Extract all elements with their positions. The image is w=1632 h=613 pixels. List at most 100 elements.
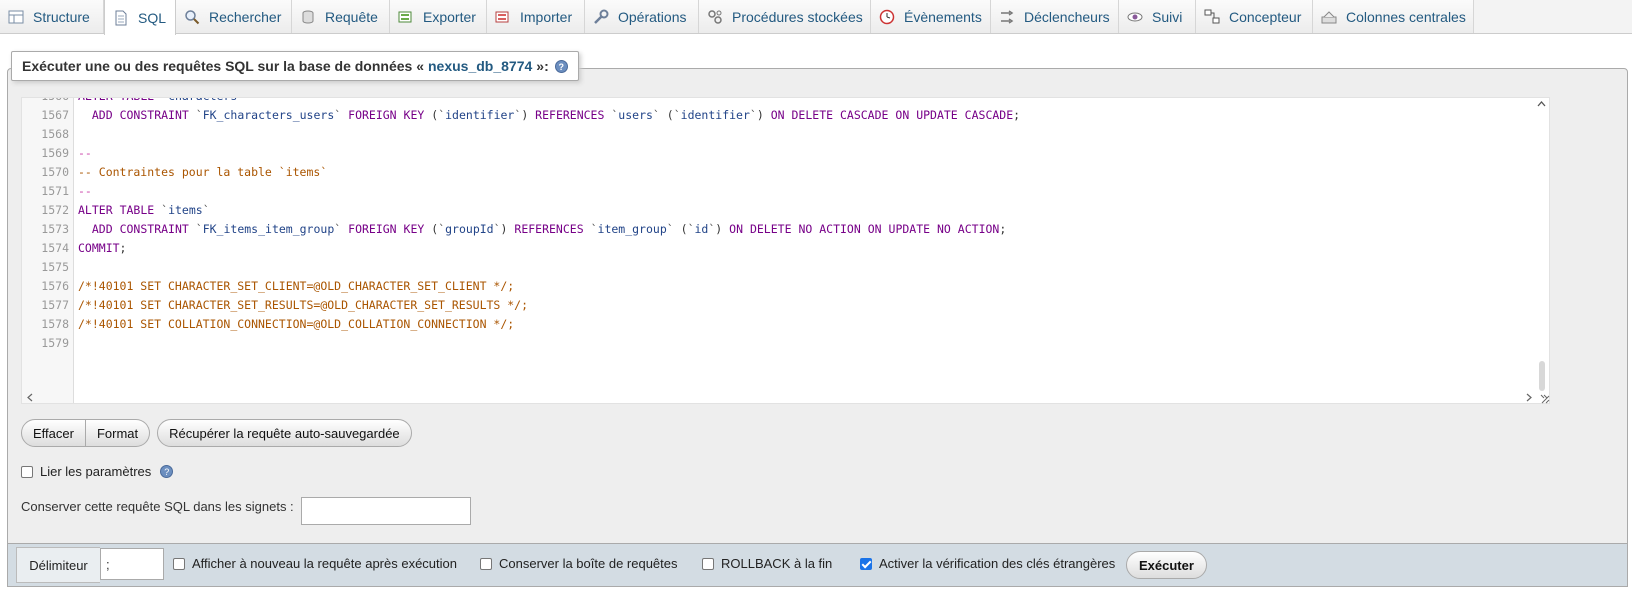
line-text: -- [78, 146, 92, 160]
execute-button[interactable]: Exécuter [1126, 551, 1207, 579]
clear-button[interactable]: Effacer [21, 419, 86, 447]
line-number: 1567 [41, 108, 69, 122]
bind-parameters-label: Lier les paramètres [40, 464, 152, 479]
query-icon [300, 9, 316, 25]
editor-vertical-scrollbar[interactable] [1537, 98, 1546, 403]
line-number: 1579 [41, 336, 69, 350]
code-line: 1571 -- [22, 182, 1549, 201]
tab-bar: Structure SQL Rechercher Requête Exporte… [0, 0, 1632, 35]
line-number: 1576 [41, 279, 69, 293]
tab-colonnes-centrales[interactable]: Colonnes centrales [1313, 0, 1474, 33]
code-line: 1573 ADD CONSTRAINT `FK_items_item_group… [22, 220, 1549, 239]
code-line: 1567 ADD CONSTRAINT `FK_characters_users… [22, 106, 1549, 125]
line-number: 1566 [22, 98, 69, 106]
tab-label: Requête [325, 8, 378, 25]
option-label: Afficher à nouveau la requête après exéc… [192, 556, 457, 571]
option-show-query-again[interactable]: Afficher à nouveau la requête après exéc… [173, 556, 457, 571]
tab-operations[interactable]: Opérations [585, 0, 699, 33]
line-text: ALTER TABLE `items` [78, 203, 210, 217]
tab-exporter[interactable]: Exporter [390, 0, 487, 33]
option-label: Activer la vérification des clés étrangè… [879, 556, 1116, 571]
bookmark-label: Conserver cette requête SQL dans les sig… [21, 499, 294, 514]
scroll-up-icon[interactable] [1537, 100, 1546, 108]
designer-icon [1204, 9, 1220, 25]
code-line: 1575 [22, 258, 1549, 277]
foreign-key-checks-checkbox[interactable] [860, 557, 872, 570]
routines-icon [707, 9, 723, 25]
delimiter-input[interactable]: ; [100, 548, 164, 580]
format-button[interactable]: Format [85, 419, 151, 447]
line-text: /*!40101 SET CHARACTER_SET_CLIENT=@OLD_C… [78, 279, 515, 293]
vertical-scroll-thumb[interactable] [1539, 361, 1545, 391]
tab-label: Évènements [904, 8, 982, 25]
tab-structure[interactable]: Structure [0, 0, 104, 33]
structure-icon [8, 9, 24, 25]
option-foreign-key-checks[interactable]: Activer la vérification des clés étrangè… [860, 556, 1115, 571]
tab-requete[interactable]: Requête [292, 0, 390, 33]
line-number: 1571 [41, 184, 69, 198]
line-number: 1573 [41, 222, 69, 236]
tab-concepteur[interactable]: Concepteur [1196, 0, 1313, 33]
show-query-again-checkbox[interactable] [173, 557, 185, 570]
line-text: -- [78, 184, 92, 198]
help-icon[interactable]: ? [160, 465, 174, 478]
line-number: 1570 [41, 165, 69, 179]
line-text: -- Contraintes pour la table `items` [78, 165, 328, 179]
tab-declencheurs[interactable]: Déclencheurs [991, 0, 1119, 33]
tab-procedures[interactable]: Procédures stockées [699, 0, 871, 33]
code-line: 1568 [22, 125, 1549, 144]
tab-label: Structure [33, 8, 90, 25]
query-options-bar: Délimiteur ; Afficher à nouveau la requê… [7, 543, 1628, 587]
fieldset-legend: Exécuter une ou des requêtes SQL sur la … [11, 51, 579, 81]
line-text: COMMIT; [78, 241, 127, 255]
scroll-left-icon[interactable] [26, 393, 34, 402]
tab-suivi[interactable]: Suivi [1119, 0, 1196, 33]
tab-label: Rechercher [209, 8, 282, 25]
line-text: ADD CONSTRAINT `FK_items_item_group` FOR… [91, 222, 1007, 236]
line-number: 1575 [41, 260, 69, 274]
bind-parameters-checkbox[interactable] [21, 465, 33, 478]
bookmark-input[interactable] [301, 497, 471, 525]
central-columns-icon [1321, 9, 1337, 25]
retain-query-box-checkbox[interactable] [480, 557, 492, 570]
legend-prefix: Exécuter une ou des requêtes SQL sur la … [22, 58, 424, 74]
tab-evenements[interactable]: Évènements [871, 0, 991, 33]
tab-label: SQL [138, 9, 167, 26]
sql-editor[interactable]: 1566ALTER TABLE `characters`1567 ADD CON… [21, 97, 1550, 404]
editor-button-group: Effacer Format Récupérer la requête auto… [21, 419, 412, 447]
delimiter-label: Délimiteur [16, 547, 100, 583]
rollback-checkbox[interactable] [702, 557, 714, 570]
code-line: 1578 /*!40101 SET COLLATION_CONNECTION=@O… [22, 315, 1549, 334]
code-line: 1570 -- Contraintes pour la table `items` [22, 163, 1549, 182]
help-icon[interactable]: ? [554, 59, 568, 73]
tab-label: Suivi [1152, 8, 1183, 25]
tab-sql[interactable]: SQL [104, 0, 176, 35]
sql-icon [113, 10, 129, 26]
option-rollback[interactable]: ROLLBACK à la fin [702, 556, 832, 571]
option-label: ROLLBACK à la fin [721, 556, 833, 571]
database-name-link[interactable]: nexus_db_8774 [428, 58, 532, 74]
editor-horizontal-scrollbar[interactable] [22, 391, 1549, 403]
tab-label: Opérations [618, 8, 687, 25]
import-icon [495, 9, 511, 25]
option-label: Conserver la boîte de requêtes [499, 556, 678, 571]
sql-code[interactable]: 1566ALTER TABLE `characters`1567 ADD CON… [22, 98, 1549, 353]
recover-autosaved-query-button[interactable]: Récupérer la requête auto-sauvegardée [157, 419, 412, 447]
line-text: /*!40101 SET COLLATION_CONNECTION=@OLD_C… [78, 317, 515, 331]
option-retain-query-box[interactable]: Conserver la boîte de requêtes [480, 556, 678, 571]
tab-label: Colonnes centrales [1346, 8, 1466, 25]
code-line: 1569 -- [22, 144, 1549, 163]
eye-icon [1127, 9, 1143, 25]
resize-handle-icon[interactable] [1539, 393, 1550, 404]
line-text: ADD CONSTRAINT `FK_characters_users` FOR… [91, 108, 1021, 122]
export-icon [398, 9, 414, 25]
clock-icon [879, 9, 895, 25]
scroll-right-icon[interactable] [1525, 393, 1533, 402]
tab-rechercher[interactable]: Rechercher [176, 0, 292, 33]
tab-importer[interactable]: Importer [487, 0, 585, 33]
tab-label: Importer [520, 8, 573, 25]
line-number: 1578 [41, 317, 69, 331]
code-line: 1579 [22, 334, 1549, 353]
line-number: 1569 [41, 146, 69, 160]
line-number: 1577 [41, 298, 69, 312]
